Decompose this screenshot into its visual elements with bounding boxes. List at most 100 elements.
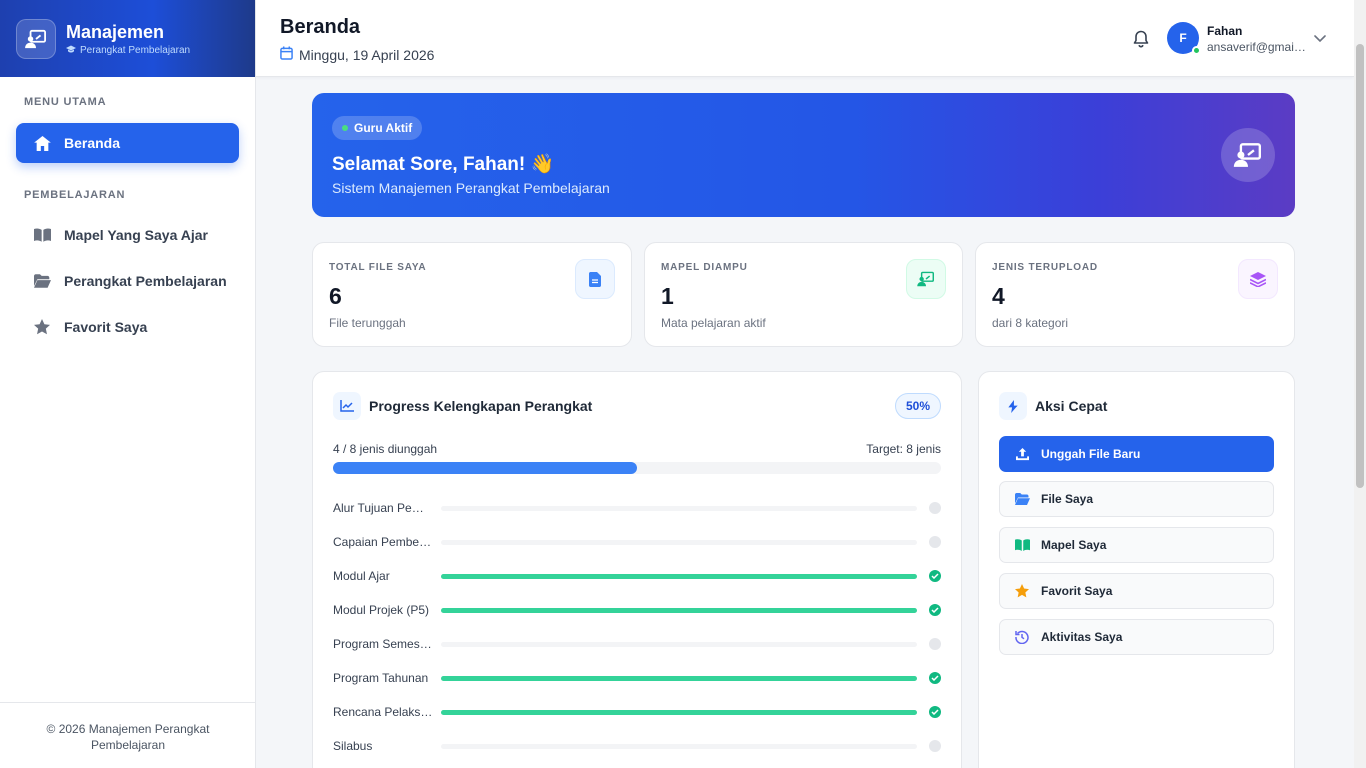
- sidebar-item-beranda[interactable]: Beranda: [16, 123, 239, 163]
- progress-row: Program Semester: [333, 636, 941, 652]
- star-icon: [1014, 583, 1030, 599]
- favorites-button[interactable]: Favorit Saya: [999, 573, 1274, 609]
- progress-title: Progress Kelengkapan Perangkat: [369, 398, 593, 414]
- progress-row-bar: [441, 506, 917, 511]
- user-name[interactable]: Fahan: [1207, 24, 1242, 38]
- progress-row-fill: [441, 676, 917, 681]
- sidebar-item-favorit[interactable]: Favorit Saya: [16, 307, 239, 347]
- check-circle-icon: [929, 706, 941, 718]
- quick-actions-title: Aksi Cepat: [1035, 398, 1108, 414]
- layers-icon: [1238, 259, 1278, 299]
- progress-row: Capaian Pembelajaran: [333, 534, 941, 550]
- progress-row-bar: [441, 642, 917, 647]
- stat-value: 4: [992, 283, 1005, 309]
- quick-actions-panel: Aksi Cepat Unggah File Baru File Saya Ma…: [978, 371, 1295, 768]
- progress-row-bar: [441, 744, 917, 749]
- progress-row: Alur Tujuan Pembelajaran: [333, 500, 941, 516]
- teacher-board-icon: [1221, 128, 1275, 182]
- check-circle-icon: [929, 570, 941, 582]
- nav-section-learning: PEMBELAJARAN: [24, 189, 126, 201]
- sidebar-item-mapel[interactable]: Mapel Yang Saya Ajar: [16, 215, 239, 255]
- teacher-board-icon: [16, 18, 56, 59]
- progress-row-label: Program Semester: [333, 637, 433, 651]
- stat-card-jenis: JENIS TERUPLOAD 4 dari 8 kategori: [975, 242, 1295, 347]
- my-subjects-button[interactable]: Mapel Saya: [999, 527, 1274, 563]
- progress-row-label: Modul Projek (P5): [333, 603, 430, 617]
- online-status-dot: [1192, 46, 1201, 55]
- progress-row-bar: [441, 710, 917, 715]
- page-title: Beranda: [280, 16, 361, 38]
- chevron-down-icon[interactable]: [1314, 30, 1326, 48]
- welcome-title: Selamat Sore, Fahan! 👋: [332, 154, 555, 175]
- avatar[interactable]: F: [1167, 22, 1201, 55]
- progress-row-fill: [441, 710, 917, 715]
- active-dot: [342, 125, 348, 131]
- empty-circle-icon: [929, 638, 941, 650]
- scrollbar-thumb[interactable]: [1356, 44, 1364, 488]
- progress-row-label: Alur Tujuan Pembelajaran: [333, 501, 433, 515]
- progress-row-label: Modul Ajar: [333, 569, 390, 583]
- top-header: Beranda Minggu, 19 April 2026 F Fahan an…: [256, 0, 1354, 77]
- progress-row: Modul Ajar: [333, 568, 941, 584]
- progress-bar-fill: [333, 462, 637, 474]
- brand-subtitle: Perangkat Pembelajaran: [80, 45, 191, 56]
- progress-row-bar: [441, 676, 917, 681]
- folder-icon: [1014, 491, 1030, 507]
- upload-file-button[interactable]: Unggah File Baru: [999, 436, 1274, 472]
- activity-button[interactable]: Aktivitas Saya: [999, 619, 1274, 655]
- progress-row-label: Capaian Pembelajaran: [333, 535, 433, 549]
- stat-value: 1: [661, 283, 674, 309]
- sidebar: Manajemen Perangkat Pembelajaran MENU UT…: [0, 0, 256, 768]
- progress-row: Modul Projek (P5): [333, 602, 941, 618]
- progress-row-fill: [441, 574, 917, 579]
- upload-icon: [1014, 446, 1030, 462]
- progress-row-bar: [441, 540, 917, 545]
- progress-row-bar: [441, 608, 917, 613]
- status-badge: Guru Aktif: [332, 116, 423, 140]
- brand[interactable]: Manajemen Perangkat Pembelajaran: [0, 0, 255, 77]
- sidebar-footer: © 2026 Manajemen Perangkat Pembelajaran: [0, 702, 256, 768]
- progress-row-fill: [441, 608, 917, 613]
- empty-circle-icon: [929, 536, 941, 548]
- user-email[interactable]: ansaverif@gmail.com: [1207, 40, 1307, 54]
- progress-target: Target: 8 jenis: [866, 442, 941, 456]
- sidebar-item-perangkat[interactable]: Perangkat Pembelajaran: [16, 261, 239, 301]
- empty-circle-icon: [929, 740, 941, 752]
- stat-card-mapel: MAPEL DIAMPU 1 Mata pelajaran aktif: [644, 242, 963, 347]
- empty-circle-icon: [929, 502, 941, 514]
- check-circle-icon: [929, 672, 941, 684]
- welcome-subtitle: Sistem Manajemen Perangkat Pembelajaran: [332, 180, 610, 196]
- bolt-icon: [999, 392, 1027, 420]
- progress-count: 4 / 8 jenis diunggah: [333, 442, 438, 456]
- progress-row: Silabus: [333, 738, 941, 754]
- folder-open-icon: [33, 272, 51, 290]
- calendar-icon: [280, 46, 293, 63]
- percent-badge: 50%: [895, 393, 941, 419]
- book-icon: [33, 226, 51, 244]
- page-date: Minggu, 19 April 2026: [299, 46, 435, 63]
- graduation-cap-icon: [66, 45, 76, 56]
- bell-icon[interactable]: [1131, 29, 1151, 49]
- progress-row-label: Silabus: [333, 739, 373, 753]
- star-icon: [33, 318, 51, 336]
- home-icon: [33, 134, 51, 152]
- progress-row: Program Tahunan: [333, 670, 941, 686]
- nav-section-main: MENU UTAMA: [24, 96, 107, 108]
- progress-row-bar: [441, 574, 917, 579]
- progress-row: Rencana Pelaksanaan: [333, 704, 941, 720]
- check-circle-icon: [929, 604, 941, 616]
- progress-bar: [333, 462, 941, 474]
- book-icon: [1014, 537, 1030, 553]
- teacher-icon: [906, 259, 946, 299]
- my-files-button[interactable]: File Saya: [999, 481, 1274, 517]
- welcome-banner: Guru Aktif Selamat Sore, Fahan! 👋 Sistem…: [312, 93, 1295, 217]
- stat-value: 6: [329, 283, 342, 309]
- stat-card-total-file: TOTAL FILE SAYA 6 File terunggah: [312, 242, 632, 347]
- history-icon: [1014, 629, 1030, 645]
- brand-title: Manajemen: [66, 22, 165, 42]
- file-icon: [575, 259, 615, 299]
- progress-row-label: Program Tahunan: [333, 671, 429, 685]
- page-scrollbar[interactable]: [1354, 0, 1366, 768]
- chart-line-icon: [333, 392, 361, 420]
- progress-row-label: Rencana Pelaksanaan: [333, 705, 433, 719]
